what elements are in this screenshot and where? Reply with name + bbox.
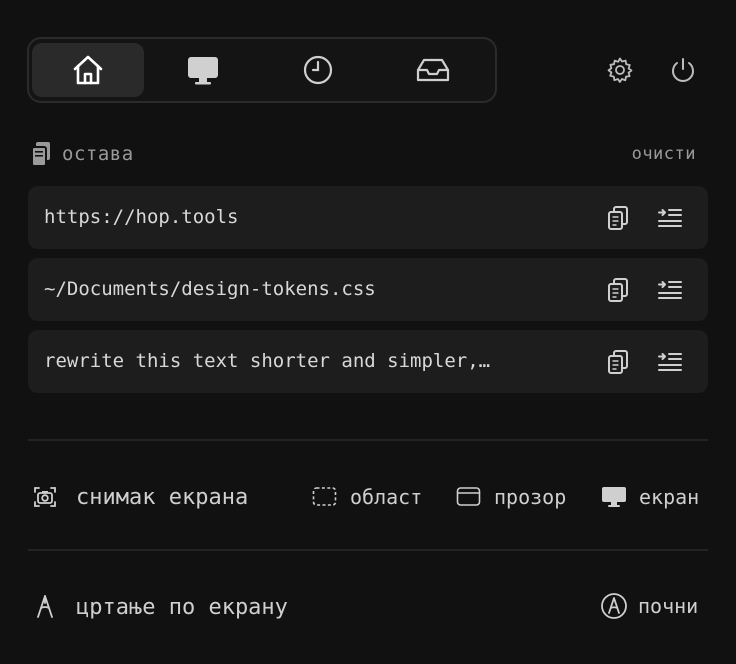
clipboard-item[interactable]: rewrite this text shorter and simpler,… <box>28 330 708 393</box>
tab-bar <box>27 37 497 103</box>
settings-button[interactable] <box>603 53 637 87</box>
screen-label: екран <box>639 485 700 509</box>
paste-lines-icon <box>658 209 682 227</box>
screenshot-label: снимак екрана <box>76 484 249 510</box>
monitor-icon <box>188 57 218 85</box>
start-drawing-button[interactable]: почни <box>600 592 698 620</box>
clipboard-item-text: https://hop.tools <box>44 206 239 228</box>
clipboard-label: остава <box>62 143 134 165</box>
copy-icon <box>608 278 628 302</box>
home-icon <box>73 55 103 85</box>
clipboard-item-text: rewrite this text shorter and simpler,… <box>44 350 491 372</box>
start-label: почни <box>638 594 699 618</box>
tab-home[interactable] <box>32 43 144 97</box>
paste-button[interactable] <box>654 346 686 378</box>
divider <box>28 549 708 551</box>
copy-icon <box>608 350 628 374</box>
gear-icon <box>607 57 633 83</box>
screenshot-window-button[interactable]: прозор <box>456 484 566 510</box>
dashed-region-icon <box>312 487 337 506</box>
paste-button[interactable] <box>654 202 686 234</box>
paste-lines-icon <box>658 281 682 299</box>
copy-button[interactable] <box>602 274 634 306</box>
divider <box>28 439 708 441</box>
monitor-icon <box>602 487 626 507</box>
tab-display[interactable] <box>147 43 259 97</box>
draw-label: цртање по екрану <box>76 594 288 620</box>
clipboard-item-text: ~/Documents/design-tokens.css <box>44 278 376 300</box>
power-button[interactable] <box>666 53 700 87</box>
copy-icon <box>608 206 628 230</box>
clipboard-icon <box>31 142 50 167</box>
clipboard-item[interactable]: ~/Documents/design-tokens.css <box>28 258 708 321</box>
draw-row: цртање по екрану <box>34 588 288 626</box>
copy-button[interactable] <box>602 202 634 234</box>
pen-nib-icon <box>37 595 53 618</box>
clear-clipboard-button[interactable]: очисти <box>632 144 696 164</box>
power-icon <box>672 58 694 82</box>
clipboard-item[interactable]: https://hop.tools <box>28 186 708 249</box>
clock-icon <box>303 55 333 85</box>
copy-button[interactable] <box>602 346 634 378</box>
screenshot-screen-button[interactable]: екран <box>601 484 699 510</box>
window-icon <box>456 487 481 506</box>
region-label: област <box>350 485 423 509</box>
tab-inbox[interactable] <box>377 43 489 97</box>
screenshot-region-button[interactable]: област <box>312 484 422 510</box>
camera-icon <box>34 487 56 507</box>
window-label: прозор <box>494 485 567 509</box>
clipboard-header: остава очисти <box>30 140 710 168</box>
inbox-tray-icon <box>416 58 450 82</box>
paste-button[interactable] <box>654 274 686 306</box>
paste-lines-icon <box>658 353 682 371</box>
pen-circle-icon <box>601 593 627 619</box>
tab-history[interactable] <box>262 43 374 97</box>
